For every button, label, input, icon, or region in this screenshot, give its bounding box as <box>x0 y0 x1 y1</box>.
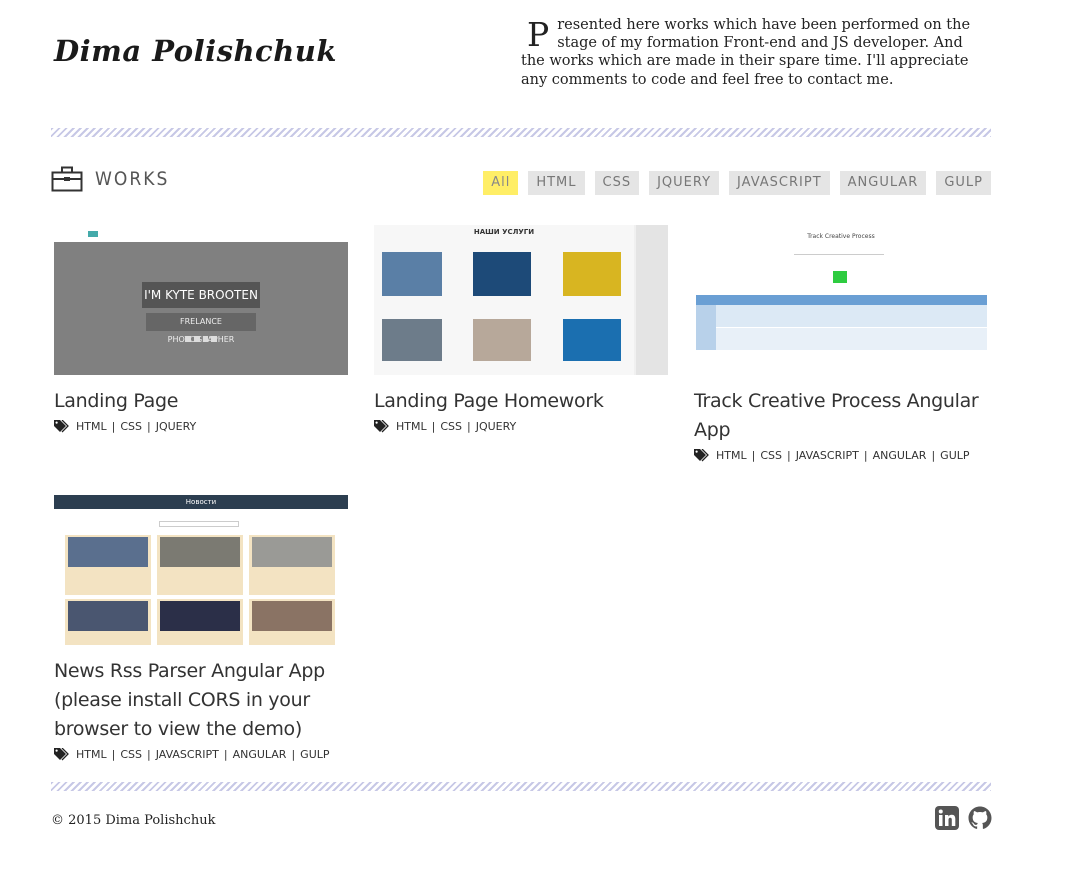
thumb-headline: НАШИ УСЛУГИ <box>473 228 535 236</box>
tag[interactable]: ANGULAR <box>873 449 927 462</box>
filter-bar: All HTML CSS JQUERY JAVASCRIPT ANGULAR G… <box>483 171 991 195</box>
work-title[interactable]: Track Creative Process Angular App <box>694 387 988 445</box>
tag[interactable]: HTML <box>76 748 107 761</box>
work-card[interactable]: I'M KYTE BROOTEN FRELANCE PHOTOGRAPHER L… <box>54 225 348 433</box>
section-title: WORKS <box>95 168 170 190</box>
filter-html[interactable]: HTML <box>528 171 585 195</box>
intro-drop-cap: P <box>527 15 550 54</box>
intro-text: P resented here works which have been pe… <box>521 16 991 89</box>
tag[interactable]: GULP <box>940 449 969 462</box>
thumb-headline: Новости <box>54 495 348 509</box>
tag[interactable]: JAVASCRIPT <box>796 449 859 462</box>
intro-body: resented here works which have been perf… <box>521 17 971 88</box>
divider-bottom <box>51 782 991 791</box>
linkedin-icon[interactable] <box>935 806 959 830</box>
tag[interactable]: CSS <box>120 420 142 433</box>
work-title[interactable]: Landing Page Homework <box>374 387 668 416</box>
divider-top <box>51 128 991 137</box>
thumb-headline: Track Creative Process <box>807 233 875 240</box>
tag[interactable]: CSS <box>120 748 142 761</box>
work-title[interactable]: News Rss Parser Angular App (please inst… <box>54 657 348 744</box>
work-tags: HTML | CSS | JQUERY <box>54 420 348 433</box>
tag[interactable]: HTML <box>716 449 747 462</box>
filter-gulp[interactable]: GULP <box>936 171 991 195</box>
tag[interactable]: JQUERY <box>156 420 197 433</box>
tag[interactable]: CSS <box>760 449 782 462</box>
tag-icon <box>54 420 69 433</box>
filter-css[interactable]: CSS <box>594 171 640 195</box>
filter-angular[interactable]: ANGULAR <box>839 171 927 195</box>
github-icon[interactable] <box>968 806 992 830</box>
tag[interactable]: HTML <box>396 420 427 433</box>
tag[interactable]: HTML <box>76 420 107 433</box>
tag[interactable]: JAVASCRIPT <box>156 748 219 761</box>
briefcase-icon <box>51 166 83 192</box>
work-card[interactable]: НАШИ УСЛУГИ Landing Page Homework HTML | C… <box>374 225 668 433</box>
tag-icon <box>694 449 709 462</box>
work-card[interactable]: Track Creative Process Track Creative Pr… <box>694 225 988 462</box>
site-logo[interactable]: Dima Polishchuk <box>54 34 337 68</box>
work-tags: HTML | CSS | JAVASCRIPT | ANGULAR | GULP <box>694 449 988 462</box>
tag[interactable]: CSS <box>440 420 462 433</box>
filter-javascript[interactable]: JAVASCRIPT <box>729 171 830 195</box>
tag[interactable]: GULP <box>300 748 329 761</box>
works-heading: WORKS <box>51 166 169 192</box>
thumb-subline: FRELANCE PHOTOGRAPHER <box>146 313 256 344</box>
work-tags: HTML | CSS | JAVASCRIPT | ANGULAR | GULP <box>54 748 348 761</box>
work-title[interactable]: Landing Page <box>54 387 348 416</box>
filter-all[interactable]: All <box>483 171 519 195</box>
work-thumbnail[interactable]: I'M KYTE BROOTEN FRELANCE PHOTOGRAPHER <box>54 225 348 375</box>
tag-icon <box>374 420 389 433</box>
work-thumbnail[interactable]: Track Creative Process <box>694 225 988 375</box>
work-thumbnail[interactable]: Новости <box>54 495 348 645</box>
tag[interactable]: ANGULAR <box>233 748 287 761</box>
footer-copyright: © 2015 Dima Polishchuk <box>51 813 216 828</box>
tag-icon <box>54 748 69 761</box>
tag[interactable]: JQUERY <box>476 420 517 433</box>
work-thumbnail[interactable]: НАШИ УСЛУГИ <box>374 225 668 375</box>
social-links <box>935 806 992 830</box>
thumb-headline: I'M KYTE BROOTEN <box>142 282 260 308</box>
work-tags: HTML | CSS | JQUERY <box>374 420 668 433</box>
filter-jquery[interactable]: JQUERY <box>649 171 720 195</box>
work-card[interactable]: Новости News Rss Parser Angular App (ple… <box>54 495 348 761</box>
